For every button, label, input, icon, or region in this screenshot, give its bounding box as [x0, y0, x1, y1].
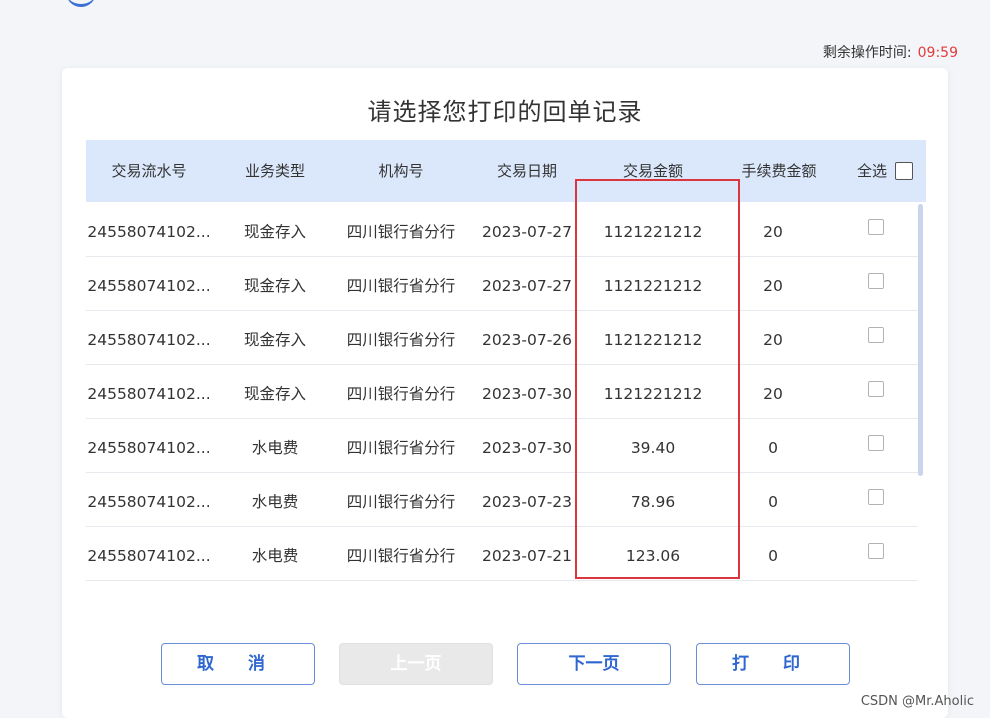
cell-serial: 24558074102... — [87, 331, 211, 349]
table-scrollbar[interactable] — [918, 204, 923, 476]
logo-icon — [66, 0, 96, 7]
row-checkbox[interactable] — [868, 543, 884, 559]
table-header: 交易流水号 业务类型 机构号 交易日期 交易金额 手续费金额 全选 — [86, 140, 926, 202]
col-trade-date: 交易日期 — [496, 162, 557, 180]
cell-date: 2023-07-27 — [481, 277, 573, 295]
cell-institution: 四川银行省分行 — [346, 547, 456, 565]
amount-highlight-box — [575, 179, 740, 579]
cell-type: 现金存入 — [243, 385, 306, 403]
table-row[interactable]: 24558074102... 现金存入 四川银行省分行 2023-07-26 1… — [86, 310, 918, 365]
cell-type: 现金存入 — [243, 331, 306, 349]
cell-type: 现金存入 — [243, 223, 306, 241]
table-row[interactable]: 24558074102... 现金存入 四川银行省分行 2023-07-30 1… — [86, 364, 918, 419]
col-institution: 机构号 — [378, 162, 424, 180]
row-checkbox[interactable] — [868, 273, 884, 289]
print-button[interactable]: 打 印 — [696, 643, 850, 685]
cell-institution: 四川银行省分行 — [346, 223, 456, 241]
cell-type: 水电费 — [251, 493, 299, 511]
table-row[interactable]: 24558074102... 现金存入 四川银行省分行 2023-07-27 1… — [86, 202, 918, 257]
cell-date: 2023-07-26 — [481, 331, 573, 349]
row-checkbox[interactable] — [868, 219, 884, 235]
table-row[interactable]: 24558074102... 水电费 四川银行省分行 2023-07-30 39… — [86, 418, 918, 473]
prev-page-button[interactable]: 上一页 — [339, 643, 493, 685]
cell-serial: 24558074102... — [87, 385, 211, 403]
cell-serial: 24558074102... — [87, 439, 211, 457]
cell-date: 2023-07-21 — [481, 547, 573, 565]
timer-value: 09:59 — [917, 45, 958, 61]
cell-date: 2023-07-30 — [481, 439, 573, 457]
cell-type: 水电费 — [251, 547, 299, 565]
table-row[interactable]: 24558074102... 水电费 四川银行省分行 2023-07-21 12… — [86, 526, 918, 581]
select-all-label: 全选 — [856, 162, 887, 180]
col-serial-number: 交易流水号 — [111, 162, 187, 180]
cell-serial: 24558074102... — [87, 493, 211, 511]
table-row[interactable]: 24558074102... 现金存入 四川银行省分行 2023-07-27 1… — [86, 256, 918, 311]
records-table: 交易流水号 业务类型 机构号 交易日期 交易金额 手续费金额 全选 245580… — [86, 140, 926, 592]
col-business-type: 业务类型 — [244, 162, 305, 180]
cell-institution: 四川银行省分行 — [346, 493, 456, 511]
table-row[interactable]: 24558074102... 水电费 四川银行省分行 2023-07-23 78… — [86, 472, 918, 527]
select-all-checkbox[interactable] — [895, 162, 913, 180]
cell-institution: 四川银行省分行 — [346, 277, 456, 295]
watermark: CSDN @Mr.Aholic — [860, 694, 974, 709]
cell-institution: 四川银行省分行 — [346, 331, 456, 349]
next-page-button[interactable]: 下一页 — [517, 643, 671, 685]
row-checkbox[interactable] — [868, 381, 884, 397]
timer-label: 剩余操作时间: — [822, 45, 912, 61]
cell-date: 2023-07-30 — [481, 385, 573, 403]
cell-date: 2023-07-23 — [481, 493, 573, 511]
countdown-timer: 剩余操作时间: 09:59 — [823, 42, 958, 62]
cell-date: 2023-07-27 — [481, 223, 573, 241]
cell-serial: 24558074102... — [87, 277, 211, 295]
cell-type: 现金存入 — [243, 277, 306, 295]
cell-serial: 24558074102... — [87, 223, 211, 241]
cell-type: 水电费 — [251, 439, 299, 457]
row-checkbox[interactable] — [868, 489, 884, 505]
cell-institution: 四川银行省分行 — [346, 385, 456, 403]
row-checkbox[interactable] — [868, 435, 884, 451]
row-checkbox[interactable] — [868, 327, 884, 343]
cancel-button[interactable]: 取 消 — [161, 643, 315, 685]
cell-institution: 四川银行省分行 — [346, 439, 456, 457]
page-title: 请选择您打印的回单记录 — [367, 98, 643, 126]
cell-serial: 24558074102... — [87, 547, 211, 565]
